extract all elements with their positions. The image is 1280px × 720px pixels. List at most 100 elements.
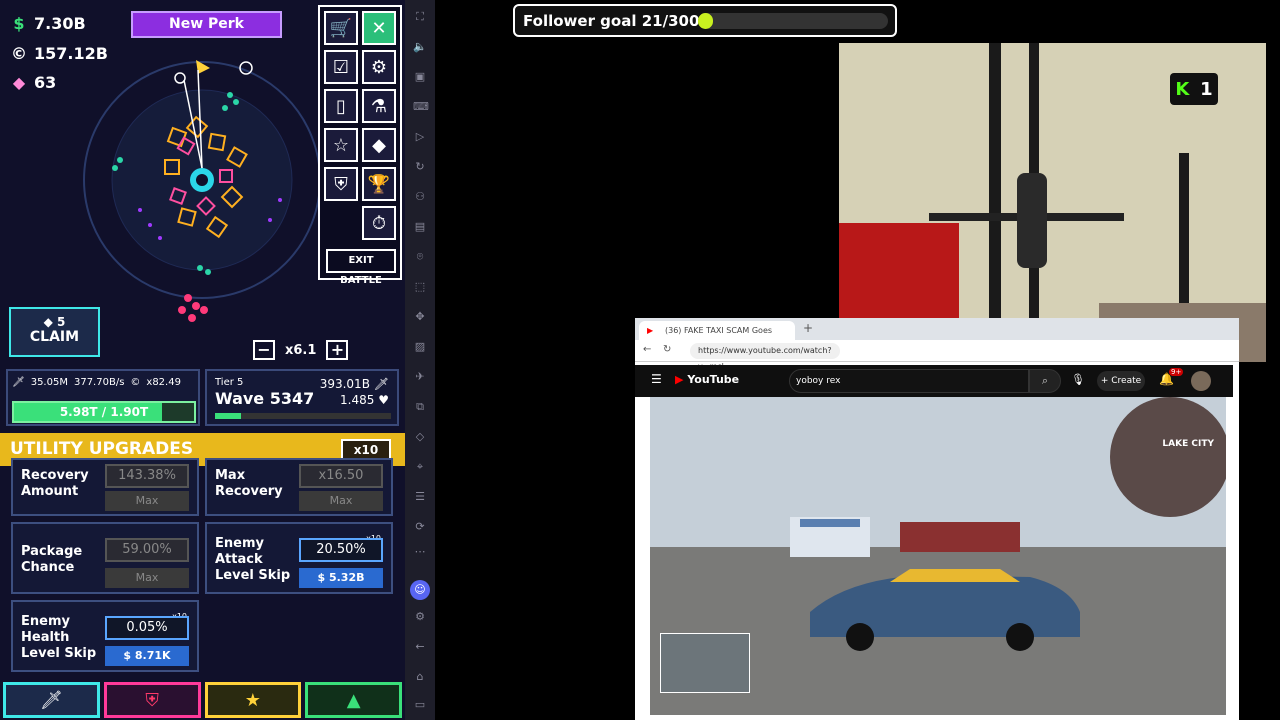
microphone-icon[interactable]: 🎙: [1071, 373, 1085, 386]
card-icon[interactable]: ▯: [324, 89, 358, 123]
webcam-feed: K 1: [839, 43, 1266, 362]
camera-icon[interactable]: ⌾: [413, 250, 427, 264]
screen-icon[interactable]: ▣: [413, 70, 427, 84]
resize-icon[interactable]: ⬚: [413, 280, 427, 294]
upgrade-card[interactable]: Enemy Attack Level Skip x10 20.50% $ 5.3…: [205, 522, 393, 594]
timer-icon[interactable]: ⏱: [362, 206, 396, 240]
claim-button[interactable]: ◆ 5 CLAIM: [9, 307, 100, 357]
home-icon[interactable]: ⌂: [413, 670, 427, 684]
video-location-tag: LAKE CITY: [1162, 439, 1214, 449]
upgrade-card[interactable]: Enemy Health Level Skip x10 0.05% $ 8.71…: [11, 600, 199, 672]
menu-icon[interactable]: ☰: [651, 372, 662, 386]
plus-icon: +: [1100, 376, 1109, 386]
follower-goal-bar: [698, 13, 888, 29]
new-tab-icon[interactable]: +: [803, 321, 813, 335]
utility-tab-star-icon[interactable]: ★: [204, 682, 302, 718]
plane-icon[interactable]: ✈: [413, 370, 427, 384]
youtube-favicon-icon: ▶: [647, 326, 654, 335]
play-icon[interactable]: ▷: [413, 130, 427, 144]
attack-tab-sword-icon[interactable]: 🗡: [3, 682, 100, 718]
dollar-icon: $: [13, 14, 25, 33]
dps-value: 377.70B/s: [73, 377, 125, 388]
speed-minus-button[interactable]: −: [253, 340, 275, 360]
url-input[interactable]: https://www.youtube.com/watch?v=mcl: [690, 343, 840, 371]
back-icon[interactable]: ←: [643, 344, 651, 355]
browser-tab-strip: ▶ (36) FAKE TAXI SCAM Goes RIGHT ✕ +: [635, 318, 1239, 354]
upgrade-card[interactable]: Max Recovery x16.50 Max: [205, 458, 393, 516]
apk-icon[interactable]: ▤: [413, 220, 427, 234]
upgrades-title: UTILITY UPGRADES: [10, 439, 194, 459]
eraser-icon[interactable]: ◇: [413, 430, 427, 444]
discord-icon[interactable]: ☺: [410, 580, 430, 600]
kick-viewer-badge: K 1: [1170, 73, 1218, 105]
video-player[interactable]: LAKE CITY: [650, 397, 1226, 715]
wave-regen: 1.485 ♥: [340, 393, 389, 407]
wave-stats: Tier 5 Wave 5347 393.01B 🗡 1.485 ♥: [205, 369, 399, 426]
back-icon[interactable]: ←: [413, 640, 427, 654]
image-icon[interactable]: ▨: [413, 340, 427, 354]
upgrade-card[interactable]: Recovery Amount 143.38% Max: [11, 458, 199, 516]
shop-cart-icon[interactable]: 🛒: [324, 11, 358, 45]
coin-icon: ©: [130, 377, 141, 388]
health-bar: 5.98T / 1.90T: [12, 401, 196, 423]
trophy-icon[interactable]: 🏆: [362, 167, 396, 201]
gem-counter: ◆ 63: [10, 73, 56, 92]
follower-goal-fill: [698, 13, 714, 29]
create-button[interactable]: + Create: [1097, 371, 1145, 391]
health-text: 5.98T / 1.90T: [59, 405, 149, 419]
rotate-icon[interactable]: ↻: [413, 160, 427, 174]
sword-icon: 🗡: [373, 377, 389, 391]
volume-icon[interactable]: 🔈: [413, 40, 427, 54]
claim-label: CLAIM: [29, 329, 80, 345]
tier-label: Tier 5: [215, 377, 244, 388]
defense-tab-shield-icon[interactable]: ⛨: [103, 682, 201, 718]
speed-plus-button[interactable]: +: [326, 340, 349, 360]
more-icon[interactable]: ⋯: [413, 545, 427, 559]
gem-icon: ◆: [43, 315, 53, 329]
shake-icon[interactable]: ✥: [413, 310, 427, 324]
gear-icon[interactable]: ⚙: [362, 50, 396, 84]
new-perk-button[interactable]: New Perk: [131, 11, 282, 38]
follower-goal-text: Follower goal 21/300: [523, 12, 700, 30]
youtube-search-input[interactable]: yoboy rex: [789, 369, 1029, 393]
heart-icon: ♥: [378, 393, 389, 407]
browser-tab[interactable]: ▶ (36) FAKE TAXI SCAM Goes RIGHT ✕: [639, 321, 795, 354]
claim-gem-count: ◆ 5: [43, 315, 66, 329]
settings-icon[interactable]: ⚙: [413, 610, 427, 624]
browser-address-bar: ← ↻ https://www.youtube.com/watch?v=mcl: [635, 340, 1239, 371]
layers-icon[interactable]: ☰: [413, 490, 427, 504]
battle-arena: [83, 60, 320, 322]
upgrade-card[interactable]: Package Chance 59.00% Max: [11, 522, 199, 594]
macro-icon[interactable]: ⚇: [413, 190, 427, 204]
coin-icon: ©: [11, 44, 27, 63]
reload-icon[interactable]: ↻: [663, 344, 671, 355]
shield-icon[interactable]: ⛨: [324, 167, 358, 201]
notification-count: 9+: [1169, 368, 1184, 376]
speed-control: − x6.1 +: [253, 340, 349, 360]
kick-logo-icon: K: [1175, 78, 1190, 100]
multi-icon[interactable]: ⧉: [413, 400, 427, 414]
exit-battle-button[interactable]: EXIT BATTLE: [326, 249, 396, 286]
location-icon[interactable]: ⌖: [413, 460, 427, 474]
recents-icon[interactable]: ▭: [413, 698, 427, 712]
checklist-icon[interactable]: ☑: [324, 50, 358, 84]
keyboard-icon[interactable]: ⌨: [413, 100, 429, 114]
coin-multiplier: x82.49: [146, 377, 181, 388]
sync-icon[interactable]: ⟳: [413, 520, 427, 534]
youtube-header: ☰ ▶ YouTube yoboy rex ⌕ 🎙 + Create 🔔 9+: [635, 365, 1233, 397]
youtube-play-icon: ▶: [675, 373, 684, 386]
flask-icon[interactable]: ⚗: [362, 89, 396, 123]
game-minimap: [660, 633, 750, 693]
fullscreen-icon[interactable]: ⛶: [413, 10, 427, 24]
game-panel: $ 7.30B © 157.12B ◆ 63 New Perk 🛒 ✕ ☑ ⚙ …: [0, 0, 405, 720]
youtube-logo[interactable]: ▶ YouTube: [675, 373, 739, 386]
tool-menu: 🛒 ✕ ☑ ⚙ ▯ ⚗ ☆ ◆ ⛨ 🏆 ⏱ EXIT BATTLE: [318, 5, 402, 286]
diamond-icon[interactable]: ◆: [362, 128, 396, 162]
tower-stats: 🗡 35.05M 377.70B/s © x82.49 5.98T / 1.90…: [6, 369, 200, 426]
avatar[interactable]: [1191, 371, 1211, 391]
search-icon[interactable]: ⌕: [1029, 369, 1061, 393]
close-icon[interactable]: ✕: [362, 11, 396, 45]
star-icon[interactable]: ☆: [324, 128, 358, 162]
ultimate-tab-triangle-icon[interactable]: ▲: [305, 682, 402, 718]
gem-icon: ◆: [12, 73, 26, 92]
